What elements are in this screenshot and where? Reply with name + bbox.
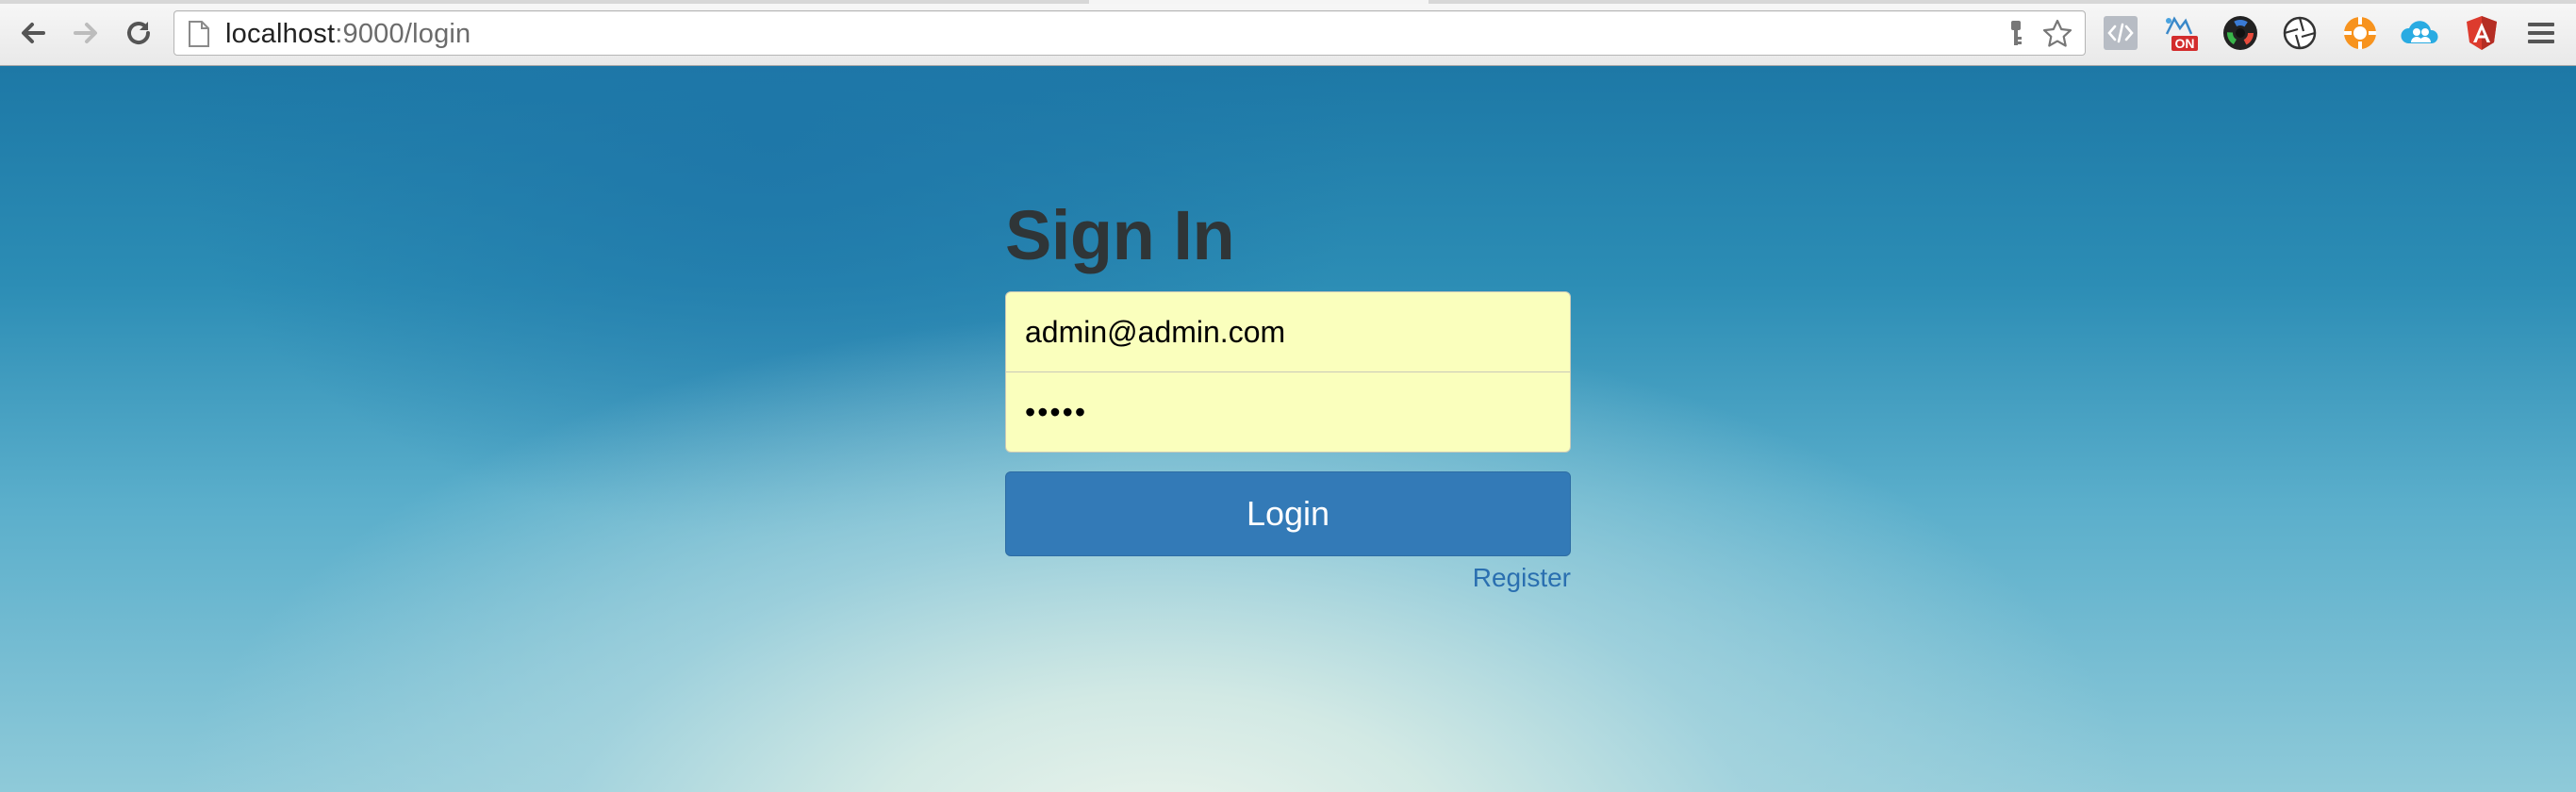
star-icon[interactable] <box>2041 18 2073 50</box>
browser-toolbar: localhost:9000/login ON <box>0 0 2576 66</box>
svg-text:ON: ON <box>2175 36 2195 51</box>
key-icon[interactable] <box>2000 18 2032 50</box>
url-host: localhost <box>225 19 336 49</box>
page-title: Sign In <box>1005 196 1235 274</box>
url-text[interactable]: localhost:9000/login <box>225 20 471 48</box>
aperture-extension-icon[interactable] <box>2280 13 2320 53</box>
tab-strip <box>0 0 2576 4</box>
forward-icon[interactable] <box>66 13 106 53</box>
people-cloud-extension-icon[interactable] <box>2401 13 2440 53</box>
register-link[interactable]: Register <box>1473 562 1571 594</box>
angular-extension-icon[interactable] <box>2462 13 2502 53</box>
on-badge-extension-icon[interactable]: ON <box>2159 13 2199 53</box>
reload-icon[interactable] <box>119 13 158 53</box>
back-icon[interactable] <box>13 13 53 53</box>
color-wheel-extension-icon[interactable] <box>2221 13 2260 53</box>
address-bar[interactable]: localhost:9000/login <box>173 10 2086 56</box>
email-field[interactable] <box>1005 291 1571 372</box>
orange-lifebuoy-extension-icon[interactable] <box>2340 13 2380 53</box>
page-background: Sign In Login Register <box>0 66 2576 792</box>
menu-icon[interactable] <box>2521 13 2561 53</box>
page-icon <box>189 21 209 47</box>
password-field[interactable] <box>1005 371 1571 453</box>
code-extension-icon[interactable] <box>2101 13 2140 53</box>
login-button[interactable]: Login <box>1005 471 1571 556</box>
url-path: :9000/login <box>335 19 471 49</box>
